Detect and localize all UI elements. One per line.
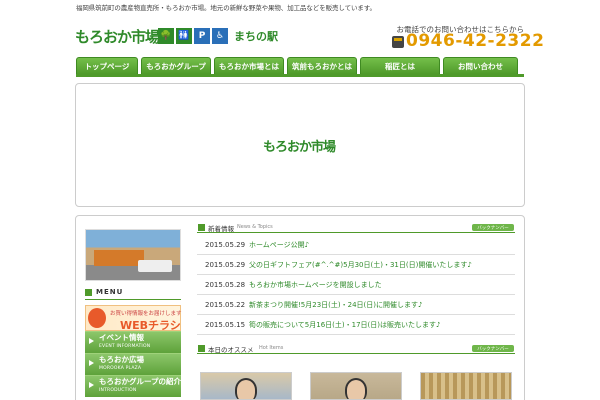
- news-date: 2015.05.29: [205, 240, 246, 249]
- news-list: 2015.05.29 ホームページ公開♪ 2015.05.29 父の日ギフトフェ…: [197, 235, 515, 335]
- news-date: 2015.05.29: [205, 260, 246, 269]
- sidebar-item-label: もろおか広場: [99, 355, 144, 364]
- sidebar-item-plaza[interactable]: もろおか広場 MOROOKA PLAZA: [85, 353, 181, 375]
- hot-items-heading: 本日のオススメ Hot Items バックナンバー: [197, 344, 515, 354]
- nav-underline: [76, 74, 524, 77]
- hot-square-icon: [198, 345, 205, 352]
- menu-heading: MENU: [85, 287, 181, 297]
- michi-no-eki-badge: 🌳 🚻 P ♿ まちの駅: [158, 26, 278, 46]
- news-link[interactable]: 父の日ギフトフェア(#^.^#)5月30日(土)・31日(日)開催いたします♪: [249, 260, 472, 270]
- news-date: 2015.05.28: [205, 280, 246, 289]
- hot-item-photo[interactable]: [420, 372, 512, 400]
- site-logo[interactable]: もろおか市場: [75, 26, 160, 47]
- news-title: 新着情報: [208, 225, 234, 233]
- nav-item-group[interactable]: もろおかグループ: [141, 57, 211, 75]
- sidebar-item-introduction[interactable]: もろおかグループの紹介 INTRODUCTION: [85, 375, 181, 397]
- hot-title: 本日のオススメ: [208, 346, 254, 354]
- menu-label: MENU: [96, 288, 124, 296]
- storefront-photo: [85, 229, 181, 281]
- news-title-en: News & Topics: [237, 224, 273, 230]
- restroom-icon: 🚻: [176, 28, 192, 44]
- flyer-badge-icon: [88, 308, 106, 328]
- phone-number[interactable]: 0946-42-2322: [406, 31, 544, 51]
- sidebar-item-label: イベント情報: [99, 333, 144, 342]
- news-row: 2015.05.28 もろおか市場ホームページを開設しました: [197, 275, 515, 295]
- sidebar-item-sublabel: INTRODUCTION: [99, 388, 137, 393]
- sidebar: MENU お買い得情報をお届けします WEBチラシ イベント情報 EVENT I…: [85, 229, 182, 397]
- parking-icon: P: [194, 28, 210, 44]
- nav-item-about-market[interactable]: もろおか市場とは: [214, 57, 284, 75]
- news-square-icon: [198, 224, 205, 231]
- news-date: 2015.05.22: [205, 300, 246, 309]
- menu-divider: [85, 299, 181, 300]
- news-row: 2015.05.15 筍の販売について5月16日(土)・17日(日)は販売いたし…: [197, 315, 515, 335]
- news-link[interactable]: ホームページ公開♪: [249, 240, 309, 250]
- hot-title-en: Hot Items: [259, 345, 284, 351]
- sidebar-item-label: もろおかグループの紹介: [99, 377, 181, 386]
- web-flyer-banner[interactable]: お買い得情報をお届けします WEBチラシ: [85, 305, 182, 332]
- news-link[interactable]: もろおか市場ホームページを開設しました: [249, 280, 382, 290]
- sidebar-item-sublabel: EVENT INFORMATION: [99, 344, 151, 349]
- news-row: 2015.05.22 新茶まつり開催!5月23日(土)・24日(日)に開催します…: [197, 295, 515, 315]
- nav-item-inasho[interactable]: 稲匠とは: [360, 57, 440, 75]
- news-link[interactable]: 筍の販売について5月16日(土)・17日(日)は販売いたします♪: [249, 320, 440, 330]
- news-backnumber-button[interactable]: バックナンバー: [472, 224, 514, 231]
- producer-photo: [345, 378, 367, 399]
- nav-item-about-chikuzen[interactable]: 筑前もろおかとは: [287, 57, 357, 75]
- hero-banner: もろおか市場: [75, 83, 525, 207]
- news-link[interactable]: 新茶まつり開催!5月23日(土)・24日(日)に開催します♪: [249, 300, 422, 310]
- hot-item-photo[interactable]: [310, 372, 402, 400]
- park-icon: 🌳: [158, 28, 174, 44]
- phone-icon: [392, 36, 404, 48]
- flyer-caption: お買い得情報をお届けします: [110, 311, 182, 317]
- news-row: 2015.05.29 ホームページ公開♪: [197, 235, 515, 255]
- hot-item-photo[interactable]: [200, 372, 292, 400]
- hot-items-list: [200, 372, 516, 400]
- top-strip: 福岡県筑前町の農産物直売所・もろおか市場。地元の新鮮な野菜や果物、加工品などを販…: [0, 0, 600, 14]
- sidebar-item-sublabel: MOROOKA PLAZA: [99, 366, 142, 371]
- menu-square-icon: [85, 288, 92, 296]
- producer-photo: [235, 378, 257, 399]
- main-nav: トップページ もろおかグループ もろおか市場とは 筑前もろおかとは 稲匠とは お…: [76, 57, 524, 75]
- sidebar-item-events[interactable]: イベント情報 EVENT INFORMATION: [85, 331, 181, 353]
- news-row: 2015.05.29 父の日ギフトフェア(#^.^#)5月30日(土)・31日(…: [197, 255, 515, 275]
- hero-logo: もろおか市場: [263, 140, 336, 155]
- news-date: 2015.05.15: [205, 320, 246, 329]
- header: もろおか市場 🌳 🚻 P ♿ まちの駅 お電話でのお問い合わせはこちらから 09…: [0, 14, 600, 58]
- station-label: まちの駅: [234, 30, 278, 43]
- nav-item-contact[interactable]: お問い合わせ: [443, 57, 518, 75]
- site-description: 福岡県筑前町の農産物直売所・もろおか市場。地元の新鮮な野菜や果物、加工品などを販…: [76, 4, 376, 12]
- hot-backnumber-button[interactable]: バックナンバー: [472, 345, 514, 352]
- news-heading: 新着情報 News & Topics バックナンバー: [197, 223, 515, 233]
- wheelchair-icon: ♿: [212, 28, 228, 44]
- nav-item-top[interactable]: トップページ: [76, 57, 138, 75]
